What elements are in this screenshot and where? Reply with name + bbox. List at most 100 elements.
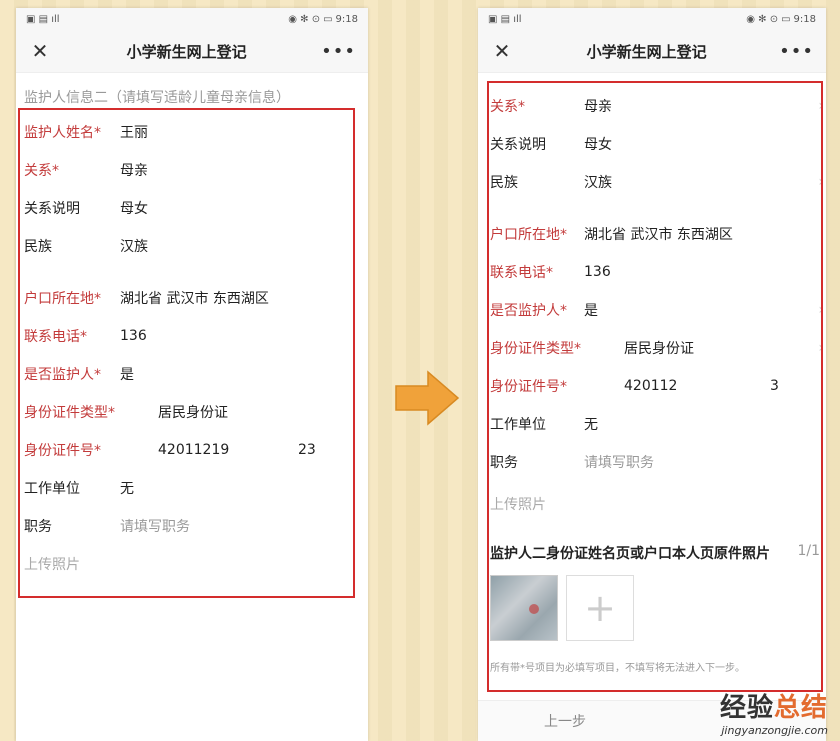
field-label: 身份证件类型* <box>490 341 581 357</box>
field-value: 母亲 <box>120 163 148 179</box>
chevron-right-icon: › <box>818 98 824 114</box>
title-bar: ✕ 小学新生网上登记 ••• <box>16 30 368 73</box>
field-phone[interactable]: 联系电话* 136 <box>478 253 826 291</box>
field-ethnicity[interactable]: 民族 汉族 <box>16 227 368 265</box>
field-value: 无 <box>584 417 598 433</box>
field-value-suffix: 3 <box>770 378 779 394</box>
field-label: 职务 <box>24 519 52 535</box>
close-icon[interactable]: ✕ <box>490 39 514 63</box>
status-bar: ▣ ▤ ıll ◉ ✻ ⊙ ▭ 9:18 <box>16 8 368 30</box>
field-label: 职务 <box>490 455 518 471</box>
field-value: 居民身份证 <box>624 341 694 357</box>
title-bar: ✕ 小学新生网上登记 ••• <box>478 30 826 73</box>
field-hukou[interactable]: 户口所在地* 湖北省 武汉市 东西湖区 <box>478 215 826 253</box>
field-label: 关系* <box>24 163 59 179</box>
signal-icons: ▣ ▤ ıll <box>488 13 522 25</box>
field-relation-desc[interactable]: 关系说明 母女 <box>16 189 368 227</box>
field-value: 母女 <box>584 137 612 153</box>
field-is-guardian[interactable]: 是否监护人* 是 › <box>478 291 826 329</box>
previous-step-button[interactable]: 上一步 <box>478 701 652 741</box>
field-value: 汉族 <box>120 239 148 255</box>
more-icon[interactable]: ••• <box>321 41 356 62</box>
field-is-guardian[interactable]: 是否监护人* 是 <box>16 355 368 393</box>
required-fields-note: 所有带*号项目为必填写项目，不填写将无法进入下一步。 <box>490 663 745 674</box>
field-job[interactable]: 职务 请填写职务 <box>478 443 826 481</box>
field-value: 王丽 <box>120 125 148 141</box>
field-hukou[interactable]: 户口所在地* 湖北省 武汉市 东西湖区 <box>16 279 368 317</box>
watermark-text-1: 经验 <box>719 693 774 723</box>
uploaded-photo-thumbnail[interactable] <box>490 575 558 641</box>
page-title: 小学新生网上登记 <box>126 42 247 61</box>
status-time: 9:18 <box>335 13 358 25</box>
field-value: 136 <box>120 328 147 344</box>
field-value-prefix: 420112 <box>624 378 678 394</box>
field-label: 联系电话* <box>490 265 553 281</box>
field-label: 工作单位 <box>490 417 546 433</box>
field-employer[interactable]: 工作单位 无 <box>16 469 368 507</box>
field-ethnicity[interactable]: 民族 汉族 › <box>478 163 826 201</box>
page-title: 小学新生网上登记 <box>586 42 707 61</box>
field-value: 是 <box>120 367 134 383</box>
field-value: 湖北省 武汉市 东西湖区 <box>584 227 733 243</box>
field-value: 汉族 <box>584 175 612 191</box>
field-job[interactable]: 职务 请填写职务 <box>16 507 368 545</box>
field-relation[interactable]: 关系* 母亲 › <box>478 87 826 125</box>
status-bar: ▣ ▤ ıll ◉ ✻ ⊙ ▭ 9:18 <box>478 8 826 30</box>
field-id-number[interactable]: 身份证件号* 420112 3 <box>478 367 826 405</box>
watermark-url: jingyanzongjie.com <box>721 724 828 737</box>
chevron-right-icon: › <box>818 174 824 190</box>
field-id-type[interactable]: 身份证件类型* 居民身份证 › <box>478 329 826 367</box>
field-label: 联系电话* <box>24 329 87 345</box>
field-id-number[interactable]: 身份证件号* 42011219 23 <box>16 431 368 469</box>
close-icon[interactable]: ✕ <box>28 39 52 63</box>
section-heading: 监护人信息二（请填写适龄儿童母亲信息） <box>24 90 290 106</box>
chevron-right-icon: › <box>818 302 824 318</box>
field-value: 母亲 <box>584 99 612 115</box>
upload-photo-row[interactable]: 上传照片 <box>478 481 826 527</box>
plus-icon[interactable]: + <box>566 575 634 641</box>
arrow-right-icon <box>395 370 460 426</box>
field-relation-desc[interactable]: 关系说明 母女 <box>478 125 826 163</box>
phone-screen-left: ▣ ▤ ıll ◉ ✻ ⊙ ▭ 9:18 ✕ 小学新生网上登记 ••• 监护人信… <box>16 8 368 741</box>
photo-list: + <box>478 571 826 645</box>
field-label: 监护人姓名* <box>24 125 101 141</box>
field-label: 身份证件号* <box>490 379 567 395</box>
field-value: 136 <box>584 264 611 280</box>
field-guardian-name[interactable]: 监护人姓名* 王丽 <box>16 113 368 151</box>
field-relation[interactable]: 关系* 母亲 <box>16 151 368 189</box>
field-label: 民族 <box>490 175 518 191</box>
field-placeholder: 请填写职务 <box>584 455 654 471</box>
status-time: 9:18 <box>793 13 816 25</box>
field-employer[interactable]: 工作单位 无 <box>478 405 826 443</box>
field-placeholder: 请填写职务 <box>120 519 190 535</box>
field-label: 民族 <box>24 239 52 255</box>
field-value: 居民身份证 <box>158 405 228 421</box>
battery-icon: ▭ <box>781 13 791 25</box>
field-value: 母女 <box>120 201 148 217</box>
watermark-logo: 经验总结 jingyanzongjie.com <box>720 687 828 737</box>
field-id-type[interactable]: 身份证件类型* 居民身份证 <box>16 393 368 431</box>
field-value: 无 <box>120 481 134 497</box>
field-value: 湖北省 武汉市 东西湖区 <box>120 291 269 307</box>
field-label: 上传照片 <box>490 497 546 513</box>
upload-photo-row[interactable]: 上传照片 <box>16 545 368 583</box>
more-icon[interactable]: ••• <box>779 41 814 62</box>
field-label: 户口所在地* <box>490 227 567 243</box>
field-label: 工作单位 <box>24 481 80 497</box>
field-label: 上传照片 <box>24 557 80 573</box>
field-label: 是否监护人* <box>490 303 567 319</box>
field-value-suffix: 23 <box>298 442 316 458</box>
status-icons: ◉ ✻ ⊙ <box>288 13 321 25</box>
status-icons: ◉ ✻ ⊙ <box>746 13 779 25</box>
field-label: 户口所在地* <box>24 291 101 307</box>
field-phone[interactable]: 联系电话* 136 <box>16 317 368 355</box>
field-value-prefix: 42011219 <box>158 442 230 458</box>
field-label: 关系说明 <box>490 137 546 153</box>
photos-count: 1/1 <box>797 543 820 559</box>
phone-screen-right: ▣ ▤ ıll ◉ ✻ ⊙ ▭ 9:18 ✕ 小学新生网上登记 ••• 关系* … <box>478 8 826 741</box>
field-label: 身份证件号* <box>24 443 101 459</box>
photos-section-title: 监护人二身份证姓名页或户口本人页原件照片 1/1 <box>478 527 826 571</box>
watermark-text-2: 总结 <box>773 693 828 723</box>
photos-title-text: 监护人二身份证姓名页或户口本人页原件照片 <box>490 546 770 562</box>
battery-icon: ▭ <box>323 13 333 25</box>
